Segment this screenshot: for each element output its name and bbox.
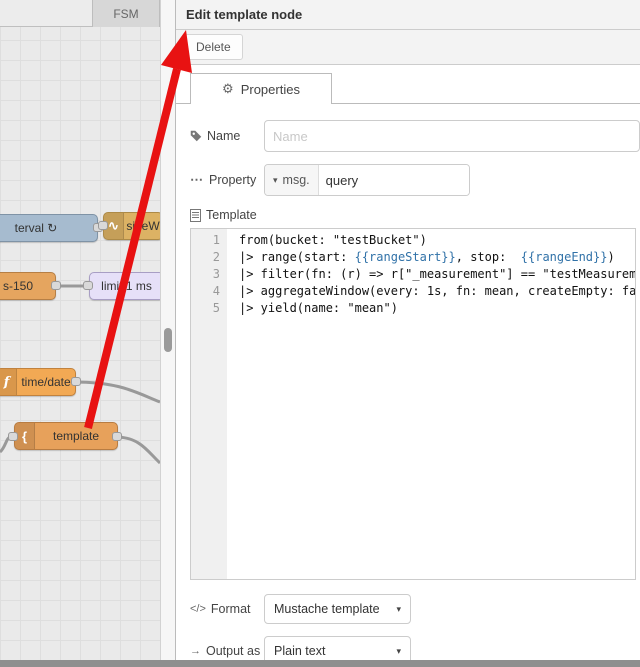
document-icon bbox=[190, 208, 201, 222]
edit-tray-title: Edit template node bbox=[176, 0, 640, 30]
port-out-template[interactable] bbox=[112, 432, 122, 441]
arrow-right-icon: → bbox=[190, 645, 201, 657]
property-value-input[interactable] bbox=[318, 165, 469, 195]
flow-tab-fsm[interactable]: FSM bbox=[92, 0, 160, 27]
node-time-date-label: time/date bbox=[21, 375, 71, 389]
template-code-editor[interactable]: 12345 from(bucket: "testBucket") |> range… bbox=[190, 228, 636, 580]
edit-form: Name ⋯ Property ▾ msg. bbox=[176, 104, 640, 666]
format-row: </> Format Mustache template ▾ bbox=[190, 594, 640, 624]
format-select[interactable]: Mustache template ▾ bbox=[264, 594, 411, 624]
editor-gutter: 12345 bbox=[191, 229, 227, 579]
name-label-text: Name bbox=[207, 129, 241, 143]
code-icon: </> bbox=[190, 603, 206, 615]
port-out-time-date[interactable] bbox=[71, 377, 81, 386]
node-sinewave[interactable]: ∿ sineW bbox=[103, 212, 160, 240]
property-label: ⋯ Property bbox=[190, 172, 264, 188]
output-label: → Output as bbox=[190, 644, 264, 658]
template-label-text: Template bbox=[206, 208, 257, 222]
port-in-limit[interactable] bbox=[83, 281, 93, 290]
node-time-date[interactable]: f time/date bbox=[0, 368, 76, 396]
tab-properties-label: Properties bbox=[240, 81, 300, 97]
output-select-value: Plain text bbox=[274, 644, 326, 658]
chevron-down-icon: ▾ bbox=[273, 174, 278, 185]
name-label: Name bbox=[190, 129, 264, 143]
scrollbar-thumb[interactable] bbox=[164, 328, 172, 352]
function-icon: f bbox=[0, 369, 17, 395]
property-row: ⋯ Property ▾ msg. bbox=[190, 164, 640, 196]
format-label-text: Format bbox=[210, 602, 251, 616]
ellipsis-icon: ⋯ bbox=[190, 172, 204, 187]
port-out-s150[interactable] bbox=[51, 281, 61, 290]
chevron-down-icon: ▾ bbox=[396, 645, 401, 656]
node-template[interactable]: { template bbox=[14, 422, 118, 450]
node-s150[interactable]: s-150 bbox=[0, 272, 56, 300]
node-template-label: template bbox=[52, 429, 100, 443]
tab-properties[interactable]: ⚙ Properties bbox=[190, 73, 332, 104]
gear-icon: ⚙ bbox=[222, 81, 234, 96]
port-in-sinewave[interactable] bbox=[98, 221, 108, 230]
chevron-down-icon: ▾ bbox=[396, 603, 401, 614]
property-type-button[interactable]: ▾ msg. bbox=[265, 165, 319, 195]
node-s150-label: s-150 bbox=[2, 279, 34, 293]
edit-tray-toolbar: Delete bbox=[176, 30, 640, 65]
node-limit-label: limit 1 ms bbox=[101, 279, 152, 293]
output-label-text: Output as bbox=[206, 644, 261, 658]
property-label-text: Property bbox=[209, 173, 257, 187]
flow-wires bbox=[0, 224, 160, 465]
format-label: </> Format bbox=[190, 602, 264, 616]
node-interval[interactable]: terval ↻ bbox=[0, 214, 98, 242]
node-limit[interactable]: limit 1 ms bbox=[89, 272, 160, 300]
horizontal-scrollbar[interactable] bbox=[0, 660, 640, 667]
node-red-window: terval ↻ ∿ sineW s-150 limit 1 ms f time… bbox=[0, 0, 640, 667]
delete-button[interactable]: Delete bbox=[184, 34, 243, 60]
template-label: Template bbox=[190, 208, 264, 222]
tag-icon bbox=[190, 130, 202, 142]
flow-canvas[interactable]: terval ↻ ∿ sineW s-150 limit 1 ms f time… bbox=[0, 0, 160, 660]
format-select-value: Mustache template bbox=[274, 602, 380, 616]
property-type-label: msg. bbox=[282, 173, 310, 187]
property-typed-input: ▾ msg. bbox=[264, 164, 470, 196]
template-label-row: Template bbox=[190, 208, 640, 222]
node-sinewave-label: sineW bbox=[126, 219, 160, 233]
node-interval-label: terval ↻ bbox=[14, 221, 58, 235]
port-in-template[interactable] bbox=[8, 432, 18, 441]
edit-tray-tabs: ⚙ Properties bbox=[176, 73, 640, 104]
template-brace-icon: { bbox=[15, 423, 35, 449]
name-row: Name bbox=[190, 120, 640, 152]
editor-code[interactable]: from(bucket: "testBucket") |> range(start… bbox=[227, 229, 635, 579]
canvas-vertical-scrollbar[interactable] bbox=[160, 0, 175, 660]
name-input[interactable] bbox=[264, 120, 640, 152]
edit-tray: Edit template node Delete ⚙ Properties N… bbox=[175, 0, 640, 666]
flow-tab-bar: FSM bbox=[0, 0, 160, 27]
